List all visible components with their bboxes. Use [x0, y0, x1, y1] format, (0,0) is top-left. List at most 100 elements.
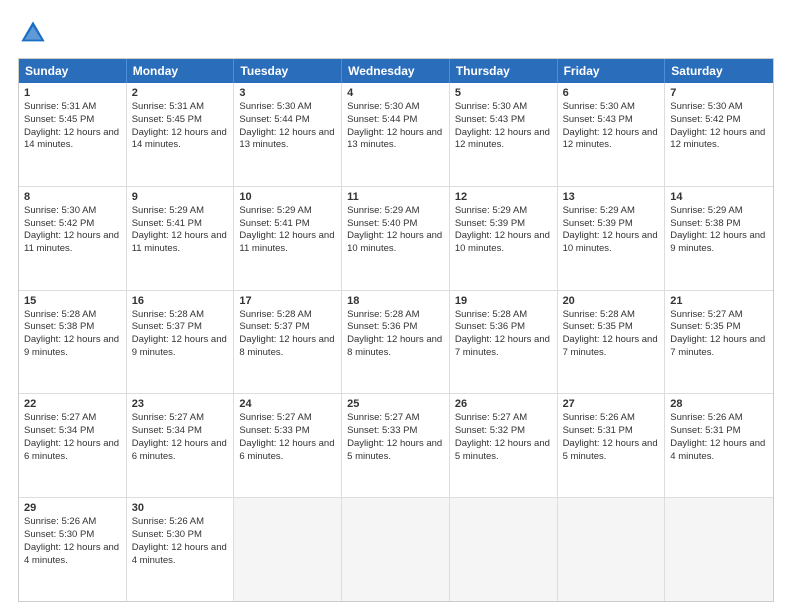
- day-number: 2: [132, 87, 229, 99]
- sunset-line: Sunset: 5:31 PM: [563, 425, 660, 438]
- sunrise-line: Sunrise: 5:27 AM: [24, 412, 121, 425]
- sunset-line: Sunset: 5:39 PM: [563, 218, 660, 231]
- daylight-line: Daylight: 12 hours and 7 minutes.: [670, 334, 768, 360]
- day-number: 20: [563, 295, 660, 307]
- day-number: 25: [347, 398, 444, 410]
- sunset-line: Sunset: 5:30 PM: [132, 529, 229, 542]
- day-number: 1: [24, 87, 121, 99]
- calendar-row-3: 22 Sunrise: 5:27 AM Sunset: 5:34 PM Dayl…: [19, 394, 773, 498]
- header-day-thursday: Thursday: [450, 59, 558, 83]
- sunset-line: Sunset: 5:44 PM: [239, 114, 336, 127]
- day-cell-14: 14 Sunrise: 5:29 AM Sunset: 5:38 PM Dayl…: [665, 187, 773, 290]
- daylight-line: Daylight: 12 hours and 11 minutes.: [132, 230, 229, 256]
- day-number: 13: [563, 191, 660, 203]
- day-number: 8: [24, 191, 121, 203]
- daylight-line: Daylight: 12 hours and 9 minutes.: [132, 334, 229, 360]
- sunrise-line: Sunrise: 5:30 AM: [239, 101, 336, 114]
- sunrise-line: Sunrise: 5:31 AM: [132, 101, 229, 114]
- logo-icon: [18, 18, 48, 48]
- sunset-line: Sunset: 5:36 PM: [347, 321, 444, 334]
- sunset-line: Sunset: 5:41 PM: [132, 218, 229, 231]
- calendar-row-1: 8 Sunrise: 5:30 AM Sunset: 5:42 PM Dayli…: [19, 187, 773, 291]
- daylight-line: Daylight: 12 hours and 9 minutes.: [670, 230, 768, 256]
- sunset-line: Sunset: 5:43 PM: [455, 114, 552, 127]
- daylight-line: Daylight: 12 hours and 5 minutes.: [347, 438, 444, 464]
- daylight-line: Daylight: 12 hours and 6 minutes.: [132, 438, 229, 464]
- empty-cell: [342, 498, 450, 601]
- sunrise-line: Sunrise: 5:28 AM: [132, 309, 229, 322]
- day-cell-21: 21 Sunrise: 5:27 AM Sunset: 5:35 PM Dayl…: [665, 291, 773, 394]
- sunrise-line: Sunrise: 5:26 AM: [563, 412, 660, 425]
- header-day-sunday: Sunday: [19, 59, 127, 83]
- daylight-line: Daylight: 12 hours and 13 minutes.: [347, 127, 444, 153]
- header-day-friday: Friday: [558, 59, 666, 83]
- day-cell-6: 6 Sunrise: 5:30 AM Sunset: 5:43 PM Dayli…: [558, 83, 666, 186]
- day-number: 7: [670, 87, 768, 99]
- sunrise-line: Sunrise: 5:27 AM: [347, 412, 444, 425]
- daylight-line: Daylight: 12 hours and 7 minutes.: [563, 334, 660, 360]
- day-cell-18: 18 Sunrise: 5:28 AM Sunset: 5:36 PM Dayl…: [342, 291, 450, 394]
- sunrise-line: Sunrise: 5:30 AM: [670, 101, 768, 114]
- sunset-line: Sunset: 5:44 PM: [347, 114, 444, 127]
- daylight-line: Daylight: 12 hours and 6 minutes.: [239, 438, 336, 464]
- calendar-header: SundayMondayTuesdayWednesdayThursdayFrid…: [19, 59, 773, 83]
- daylight-line: Daylight: 12 hours and 14 minutes.: [24, 127, 121, 153]
- sunrise-line: Sunrise: 5:26 AM: [670, 412, 768, 425]
- header-day-monday: Monday: [127, 59, 235, 83]
- daylight-line: Daylight: 12 hours and 8 minutes.: [239, 334, 336, 360]
- day-number: 6: [563, 87, 660, 99]
- sunrise-line: Sunrise: 5:30 AM: [563, 101, 660, 114]
- day-cell-29: 29 Sunrise: 5:26 AM Sunset: 5:30 PM Dayl…: [19, 498, 127, 601]
- empty-cell: [665, 498, 773, 601]
- day-number: 16: [132, 295, 229, 307]
- day-number: 11: [347, 191, 444, 203]
- day-cell-1: 1 Sunrise: 5:31 AM Sunset: 5:45 PM Dayli…: [19, 83, 127, 186]
- daylight-line: Daylight: 12 hours and 7 minutes.: [455, 334, 552, 360]
- day-cell-28: 28 Sunrise: 5:26 AM Sunset: 5:31 PM Dayl…: [665, 394, 773, 497]
- daylight-line: Daylight: 12 hours and 14 minutes.: [132, 127, 229, 153]
- daylight-line: Daylight: 12 hours and 6 minutes.: [24, 438, 121, 464]
- daylight-line: Daylight: 12 hours and 4 minutes.: [670, 438, 768, 464]
- header-day-saturday: Saturday: [665, 59, 773, 83]
- day-cell-25: 25 Sunrise: 5:27 AM Sunset: 5:33 PM Dayl…: [342, 394, 450, 497]
- sunrise-line: Sunrise: 5:31 AM: [24, 101, 121, 114]
- empty-cell: [558, 498, 666, 601]
- calendar: SundayMondayTuesdayWednesdayThursdayFrid…: [18, 58, 774, 602]
- header-day-tuesday: Tuesday: [234, 59, 342, 83]
- daylight-line: Daylight: 12 hours and 10 minutes.: [563, 230, 660, 256]
- day-cell-5: 5 Sunrise: 5:30 AM Sunset: 5:43 PM Dayli…: [450, 83, 558, 186]
- day-cell-12: 12 Sunrise: 5:29 AM Sunset: 5:39 PM Dayl…: [450, 187, 558, 290]
- daylight-line: Daylight: 12 hours and 10 minutes.: [347, 230, 444, 256]
- calendar-row-4: 29 Sunrise: 5:26 AM Sunset: 5:30 PM Dayl…: [19, 498, 773, 601]
- page: SundayMondayTuesdayWednesdayThursdayFrid…: [0, 0, 792, 612]
- sunrise-line: Sunrise: 5:28 AM: [24, 309, 121, 322]
- day-number: 24: [239, 398, 336, 410]
- sunset-line: Sunset: 5:32 PM: [455, 425, 552, 438]
- day-number: 4: [347, 87, 444, 99]
- day-cell-23: 23 Sunrise: 5:27 AM Sunset: 5:34 PM Dayl…: [127, 394, 235, 497]
- daylight-line: Daylight: 12 hours and 5 minutes.: [455, 438, 552, 464]
- sunset-line: Sunset: 5:37 PM: [239, 321, 336, 334]
- day-cell-15: 15 Sunrise: 5:28 AM Sunset: 5:38 PM Dayl…: [19, 291, 127, 394]
- day-number: 14: [670, 191, 768, 203]
- daylight-line: Daylight: 12 hours and 12 minutes.: [563, 127, 660, 153]
- sunset-line: Sunset: 5:42 PM: [24, 218, 121, 231]
- day-cell-3: 3 Sunrise: 5:30 AM Sunset: 5:44 PM Dayli…: [234, 83, 342, 186]
- sunrise-line: Sunrise: 5:29 AM: [239, 205, 336, 218]
- day-number: 17: [239, 295, 336, 307]
- daylight-line: Daylight: 12 hours and 4 minutes.: [132, 542, 229, 568]
- day-cell-24: 24 Sunrise: 5:27 AM Sunset: 5:33 PM Dayl…: [234, 394, 342, 497]
- day-cell-16: 16 Sunrise: 5:28 AM Sunset: 5:37 PM Dayl…: [127, 291, 235, 394]
- day-cell-4: 4 Sunrise: 5:30 AM Sunset: 5:44 PM Dayli…: [342, 83, 450, 186]
- day-number: 27: [563, 398, 660, 410]
- logo: [18, 18, 52, 48]
- daylight-line: Daylight: 12 hours and 13 minutes.: [239, 127, 336, 153]
- empty-cell: [234, 498, 342, 601]
- sunrise-line: Sunrise: 5:29 AM: [455, 205, 552, 218]
- sunrise-line: Sunrise: 5:27 AM: [670, 309, 768, 322]
- day-cell-8: 8 Sunrise: 5:30 AM Sunset: 5:42 PM Dayli…: [19, 187, 127, 290]
- sunset-line: Sunset: 5:40 PM: [347, 218, 444, 231]
- day-number: 21: [670, 295, 768, 307]
- sunrise-line: Sunrise: 5:30 AM: [455, 101, 552, 114]
- sunset-line: Sunset: 5:38 PM: [24, 321, 121, 334]
